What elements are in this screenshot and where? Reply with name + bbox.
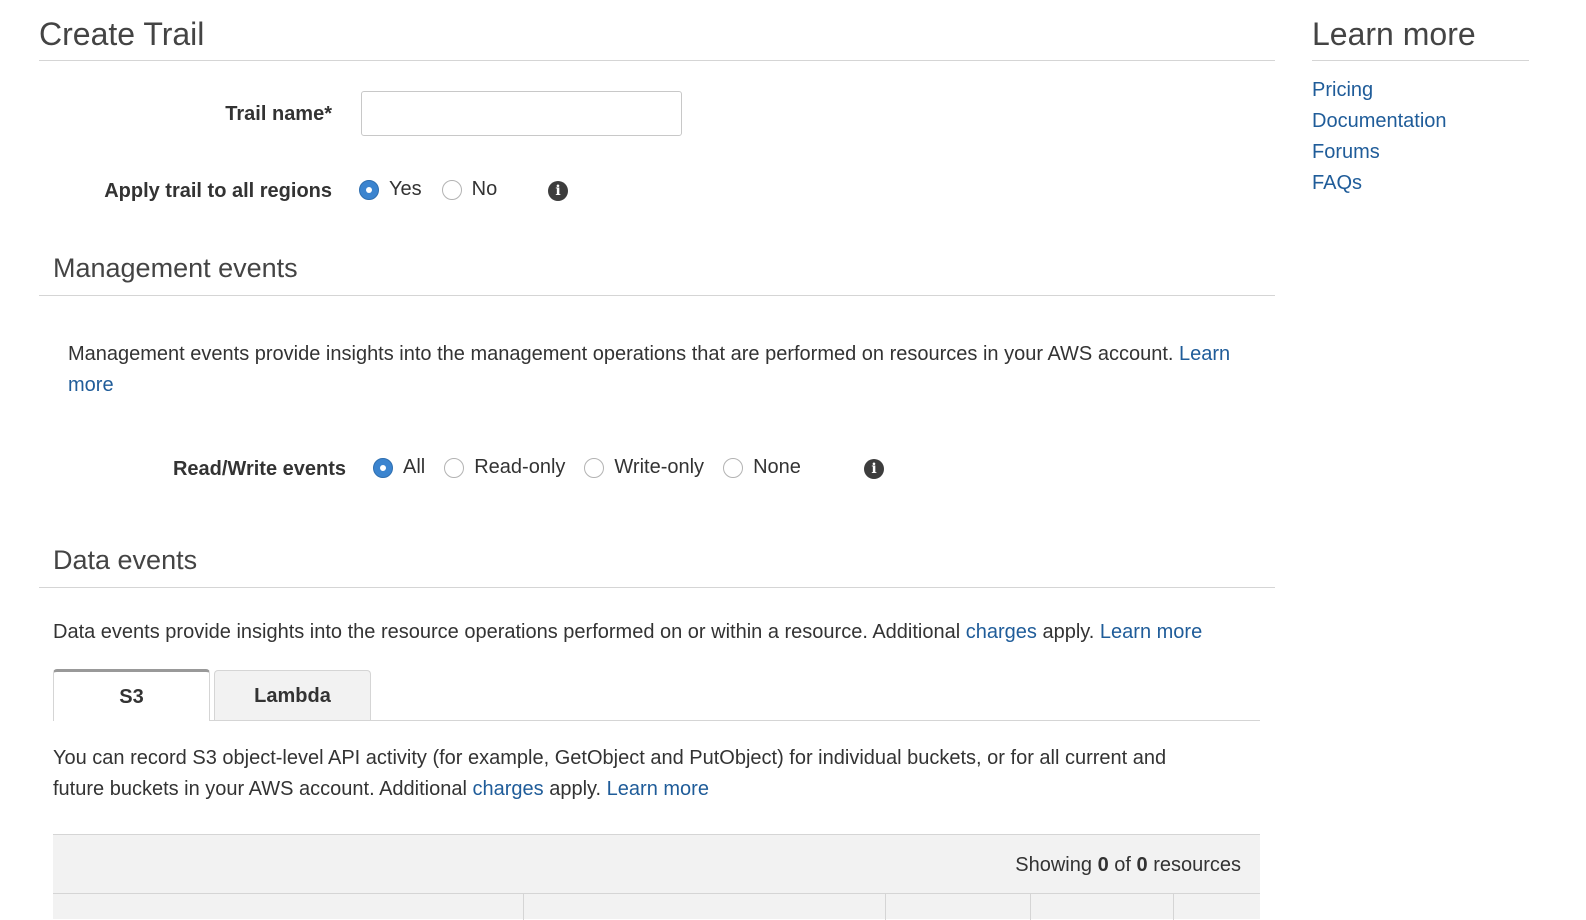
data-events-divider — [39, 587, 1275, 588]
read-write-events-label: Read/Write events — [172, 458, 346, 480]
radio-checked-icon — [359, 179, 379, 200]
column-separator — [885, 893, 886, 920]
sidebar-link-pricing[interactable]: Pricing — [1312, 79, 1373, 102]
radio-unchecked-icon — [723, 457, 744, 478]
s3-charges-link[interactable]: charges — [473, 778, 544, 800]
sidebar-link-documentation[interactable]: Documentation — [1312, 110, 1447, 133]
of-text: of — [1114, 854, 1131, 876]
page-title: Create Trail — [39, 16, 205, 52]
data-events-description: Data events provide insights into the re… — [53, 617, 1283, 648]
radio-yes[interactable]: Yes — [359, 178, 422, 201]
radio-all-label: All — [403, 456, 426, 478]
showing-prefix: Showing — [1015, 854, 1092, 876]
radio-read-only[interactable]: Read-only — [444, 456, 565, 479]
title-divider — [39, 60, 1275, 61]
radio-checked-icon — [373, 457, 393, 478]
radio-unchecked-icon — [584, 457, 605, 478]
sidebar-link-forums[interactable]: Forums — [1312, 141, 1380, 164]
resources-count: Showing 0 of 0 resources — [1015, 854, 1241, 877]
learn-more-link[interactable]: Learn more — [1100, 621, 1202, 643]
table-header-divider — [53, 893, 1260, 894]
apply-all-regions-label: Apply trail to all regions — [104, 180, 332, 202]
trail-name-input[interactable] — [361, 91, 682, 136]
s3-description-line2: future buckets in your AWS account. Addi… — [53, 778, 467, 800]
tab-lambda[interactable]: Lambda — [214, 670, 371, 721]
management-events-divider — [39, 295, 1275, 296]
charges-link[interactable]: charges — [966, 621, 1037, 643]
sidebar-divider — [1312, 60, 1529, 61]
apply-text: apply. — [1042, 621, 1095, 643]
s3-apply-text: apply. — [549, 778, 602, 800]
apply-all-regions-radio-group: Yes No — [359, 178, 497, 201]
data-events-text: Data events provide insights into the re… — [53, 621, 961, 643]
column-separator — [523, 893, 524, 920]
shown-count: 0 — [1097, 854, 1109, 876]
s3-learn-more-link[interactable]: Learn more — [607, 778, 709, 800]
column-separator — [1173, 893, 1174, 920]
s3-description: You can record S3 object-level API activ… — [53, 743, 1283, 805]
radio-read-only-label: Read-only — [474, 456, 566, 478]
radio-yes-label: Yes — [389, 178, 422, 200]
radio-no[interactable]: No — [441, 178, 498, 201]
radio-no-label: No — [471, 178, 498, 200]
radio-write-only-label: Write-only — [614, 456, 705, 478]
radio-all[interactable]: All — [373, 456, 425, 479]
read-write-radio-group: All Read-only Write-only None — [373, 456, 801, 479]
radio-none-label: None — [753, 456, 801, 478]
sidebar-title: Learn more — [1312, 16, 1476, 52]
sidebar-link-faqs[interactable]: FAQs — [1312, 172, 1362, 195]
info-icon[interactable]: i — [548, 181, 568, 201]
management-events-heading: Management events — [53, 253, 298, 283]
radio-none[interactable]: None — [723, 456, 801, 479]
s3-description-line1: You can record S3 object-level API activ… — [53, 747, 1167, 769]
radio-write-only[interactable]: Write-only — [584, 456, 704, 479]
resources-suffix: resources — [1153, 854, 1241, 876]
resources-table: Showing 0 of 0 resources — [53, 834, 1260, 920]
data-events-heading: Data events — [53, 545, 198, 575]
tab-s3[interactable]: S3 — [53, 669, 210, 721]
radio-unchecked-icon — [444, 457, 465, 478]
management-events-description: Management events provide insights into … — [68, 339, 1283, 401]
column-separator — [1030, 893, 1031, 920]
info-icon[interactable]: i — [864, 459, 884, 479]
total-count: 0 — [1136, 854, 1148, 876]
tab-bar-divider — [209, 720, 1260, 721]
trail-name-label: Trail name* — [225, 103, 332, 125]
radio-unchecked-icon — [441, 179, 462, 200]
management-events-text: Management events provide insights into … — [68, 343, 1174, 365]
